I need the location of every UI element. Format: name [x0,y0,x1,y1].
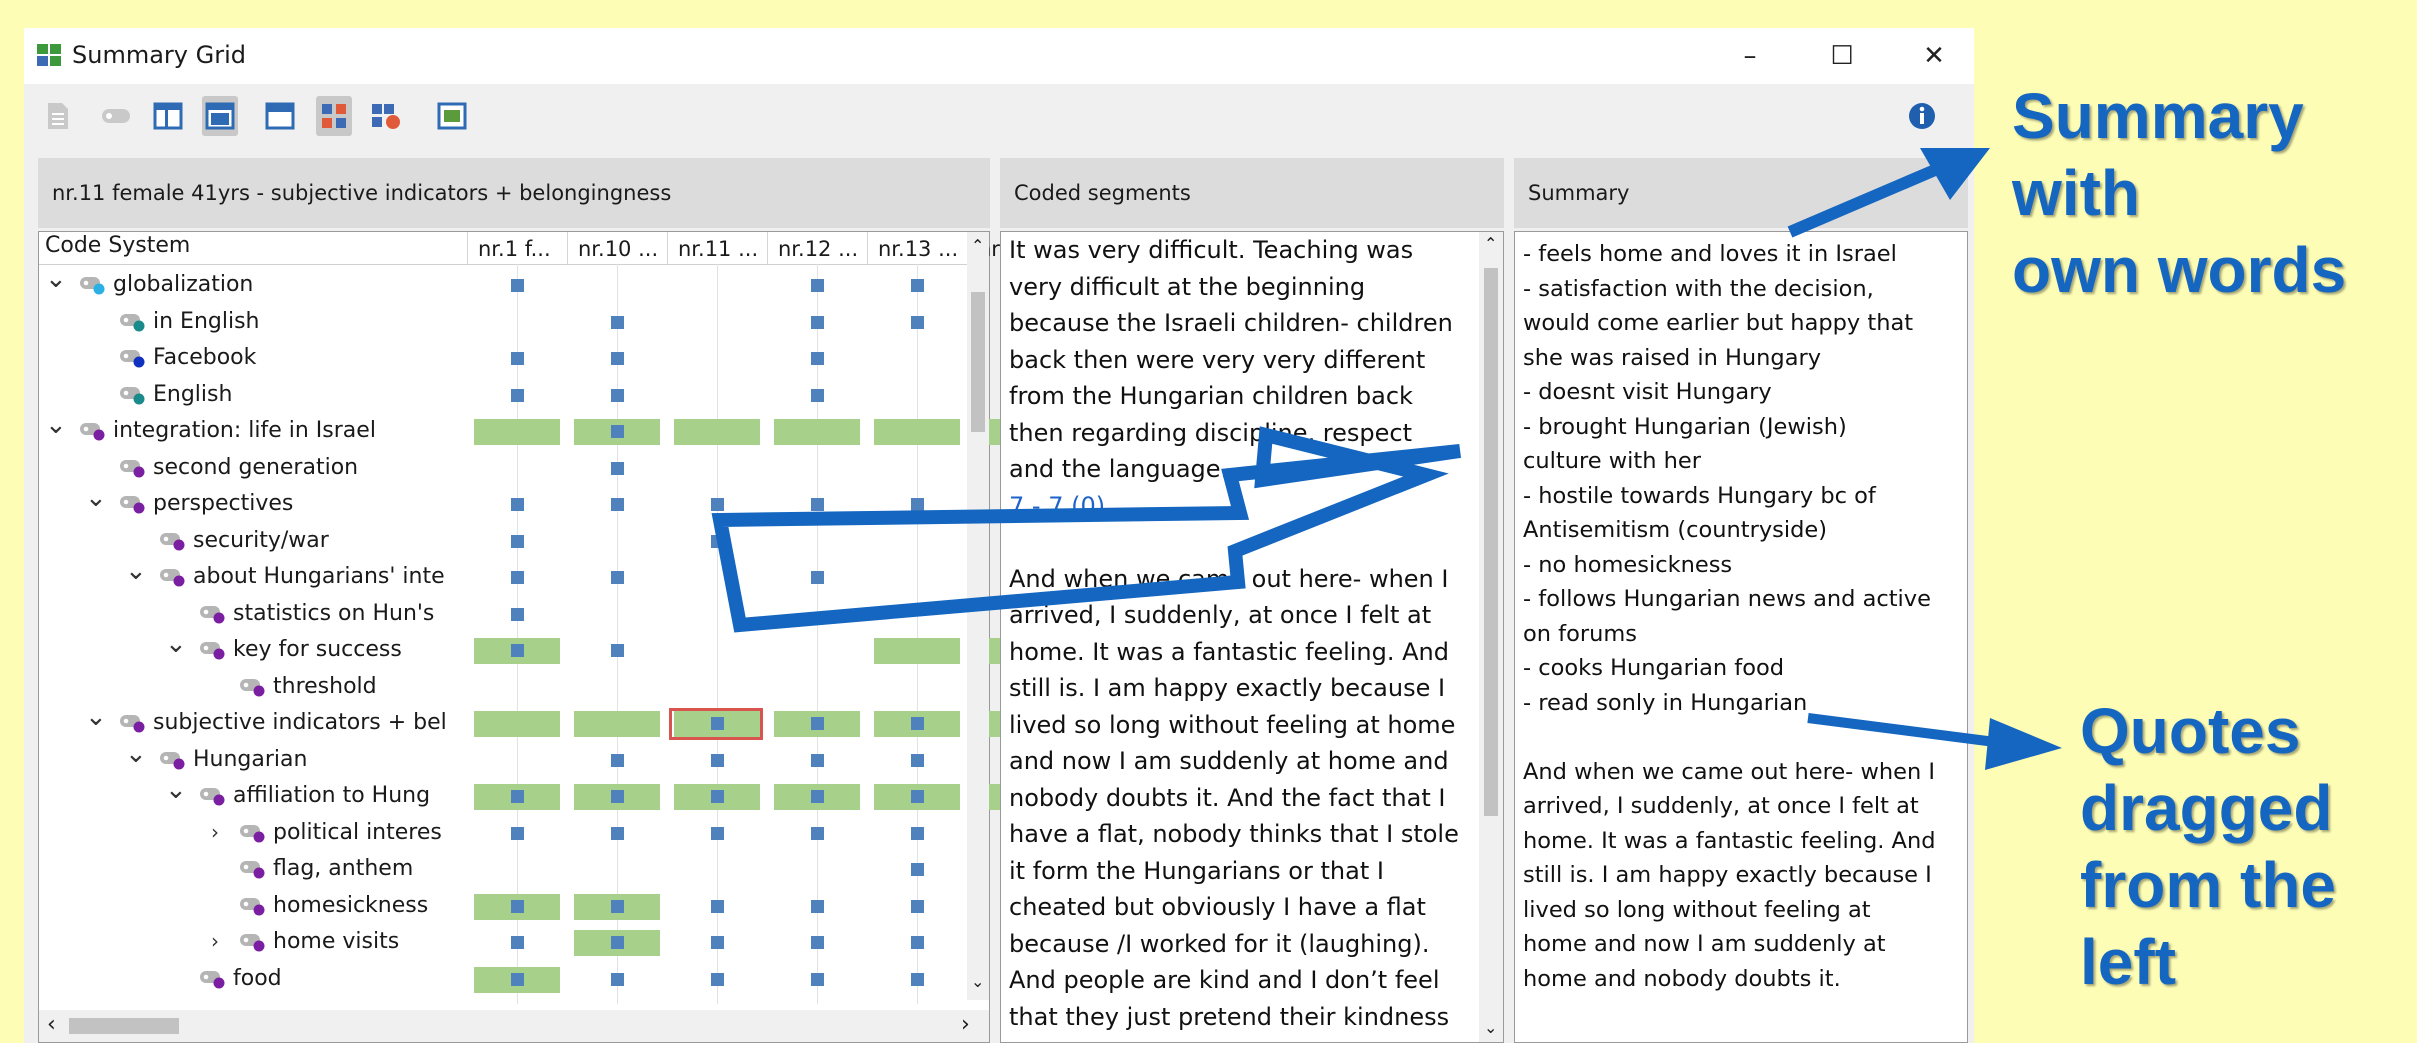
summary-arrow-icon [1787,148,1990,238]
annotation-arrows [711,148,2062,770]
quotes-arrow-icon [1807,713,2062,770]
drag-arrow-icon [711,426,1462,633]
